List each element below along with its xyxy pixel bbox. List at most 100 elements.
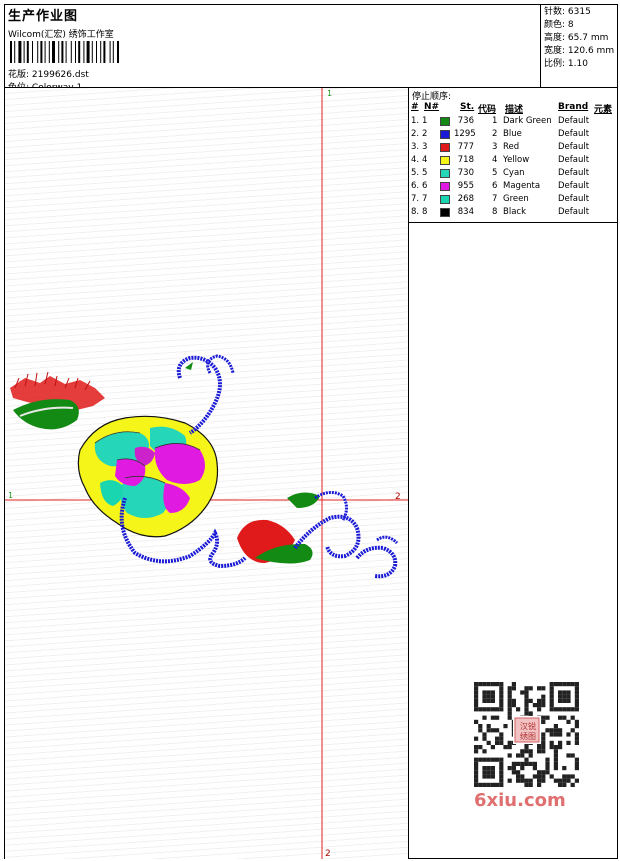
stat-value: 8 [567, 20, 574, 30]
color-row: 6. 6 955 6 Magenta Default [410, 181, 616, 194]
color-swatch [440, 195, 450, 204]
row-brand: Default [558, 116, 590, 126]
color-row: 8. 8 834 8 Black Default [410, 207, 616, 220]
color-swatch [440, 182, 450, 191]
qr-code: 汉锐 绣图 [470, 680, 584, 788]
row-brand: Default [558, 129, 590, 139]
qr-stamp-top: 汉锐 [520, 721, 536, 731]
row-num: 5. [411, 168, 420, 178]
color-swatch [440, 143, 450, 152]
file-name: 2199626.dst [31, 70, 89, 80]
design-canvas[interactable]: 1 2 1 2 [5, 88, 408, 859]
file-name-row: 花版: 2199626.dst [8, 67, 89, 80]
color-row: 2. 2 1295 2 Blue Default [410, 129, 616, 142]
sidebar-separator [408, 222, 618, 223]
qr-stamp-bottom: 绣图 [520, 731, 536, 741]
stat-stitches: 针数: 6315 [544, 6, 614, 19]
row-code: 5 [492, 168, 498, 178]
color-swatch [440, 130, 450, 139]
embroidery-preview: 1 2 1 2 [5, 88, 408, 859]
stat-width: 宽度: 120.6 mm [544, 45, 614, 58]
row-description: Dark Green [503, 116, 552, 126]
row-no: 5 [422, 168, 428, 178]
color-swatch [440, 156, 450, 165]
crosshair-bottom-label: 2 [325, 849, 331, 859]
row-num: 3. [411, 142, 420, 152]
stat-value: 6315 [567, 7, 591, 17]
page-title: 生产作业图 [8, 9, 79, 24]
stat-label: 宽度: [544, 46, 566, 56]
stop-sequence-title: 停止顺序: [412, 92, 452, 102]
row-num: 2. [411, 129, 420, 139]
embroidery-design [10, 354, 399, 579]
row-brand: Default [558, 142, 590, 152]
stat-label: 颜色: [544, 20, 566, 30]
color-row: 5. 5 730 5 Cyan Default [410, 168, 616, 181]
col-header-num: # [411, 102, 419, 112]
color-swatch [440, 117, 450, 126]
row-num: 4. [411, 155, 420, 165]
color-swatch [440, 208, 450, 217]
stat-colors: 颜色: 8 [544, 19, 614, 32]
row-code: 3 [492, 142, 498, 152]
row-num: 1. [411, 116, 420, 126]
row-num: 8. [411, 207, 420, 217]
row-no: 7 [422, 194, 428, 204]
color-row: 1. 1 736 1 Dark Green Default [410, 116, 616, 129]
row-brand: Default [558, 155, 590, 165]
row-description: Blue [503, 129, 522, 139]
row-code: 6 [492, 181, 498, 191]
col-header-brand: Brand [558, 102, 589, 112]
header-info: 生产作业图 Wilcom(汇宏) 绣饰工作室 花版: 2199626.dst 色… [6, 5, 540, 93]
crosshair-left-label: 1 [8, 491, 13, 500]
color-row: 4. 4 718 4 Yellow Default [410, 155, 616, 168]
row-code: 2 [492, 129, 498, 139]
design-stats: 针数: 6315 颜色: 8 高度: 65.7 mm 宽度: 120.6 mm … [544, 6, 614, 71]
stop-sequence-panel: 停止顺序: # N# St. 代码 描述 Brand 元素 1. 1 736 1 Dar… [410, 89, 616, 221]
row-no: 2 [422, 129, 428, 139]
stat-scale: 比例: 1.10 [544, 58, 614, 71]
col-header-desc: 描述 [505, 105, 524, 115]
row-stitches: 718 [457, 155, 474, 165]
color-swatch [440, 169, 450, 178]
row-no: 6 [422, 181, 428, 191]
row-num: 6. [411, 181, 420, 191]
row-brand: Default [558, 181, 590, 191]
stat-label: 高度: [544, 33, 566, 43]
col-header-no: N# [424, 102, 440, 112]
header-divider-vertical [540, 4, 541, 88]
row-stitches: 777 [457, 142, 474, 152]
row-code: 8 [492, 207, 498, 217]
stat-value: 1.10 [567, 59, 588, 69]
row-no: 8 [422, 207, 428, 217]
stat-value: 120.6 mm [567, 46, 615, 56]
row-stitches: 736 [457, 116, 474, 126]
qr-code-image: 汉锐 绣图 [474, 682, 579, 787]
row-description: Magenta [503, 181, 541, 191]
row-code: 4 [492, 155, 498, 165]
watermark-logo: 6xiu.com [474, 790, 566, 811]
row-description: Yellow [503, 155, 530, 165]
color-row: 3. 3 777 3 Red Default [410, 142, 616, 155]
company-name: Wilcom(汇宏) 绣饰工作室 [8, 30, 114, 40]
col-header-st: St. [460, 102, 475, 112]
row-stitches: 955 [457, 181, 474, 191]
row-description: Cyan [503, 168, 525, 178]
row-code: 7 [492, 194, 498, 204]
row-description: Green [503, 194, 529, 204]
sidebar-divider [408, 88, 409, 859]
row-description: Red [503, 142, 520, 152]
crosshair-right-label: 2 [395, 492, 401, 502]
row-code: 1 [492, 116, 498, 126]
row-num: 7. [411, 194, 420, 204]
row-brand: Default [558, 194, 590, 204]
color-row: 7. 7 268 7 Green Default [410, 194, 616, 207]
row-stitches: 1295 [454, 129, 476, 139]
row-stitches: 834 [457, 207, 474, 217]
row-stitches: 268 [457, 194, 474, 204]
stat-label: 比例: [544, 59, 566, 69]
file-label: 花版: [8, 70, 30, 80]
stat-value: 65.7 mm [567, 33, 609, 43]
row-description: Black [503, 207, 526, 217]
stat-label: 针数: [544, 7, 566, 17]
